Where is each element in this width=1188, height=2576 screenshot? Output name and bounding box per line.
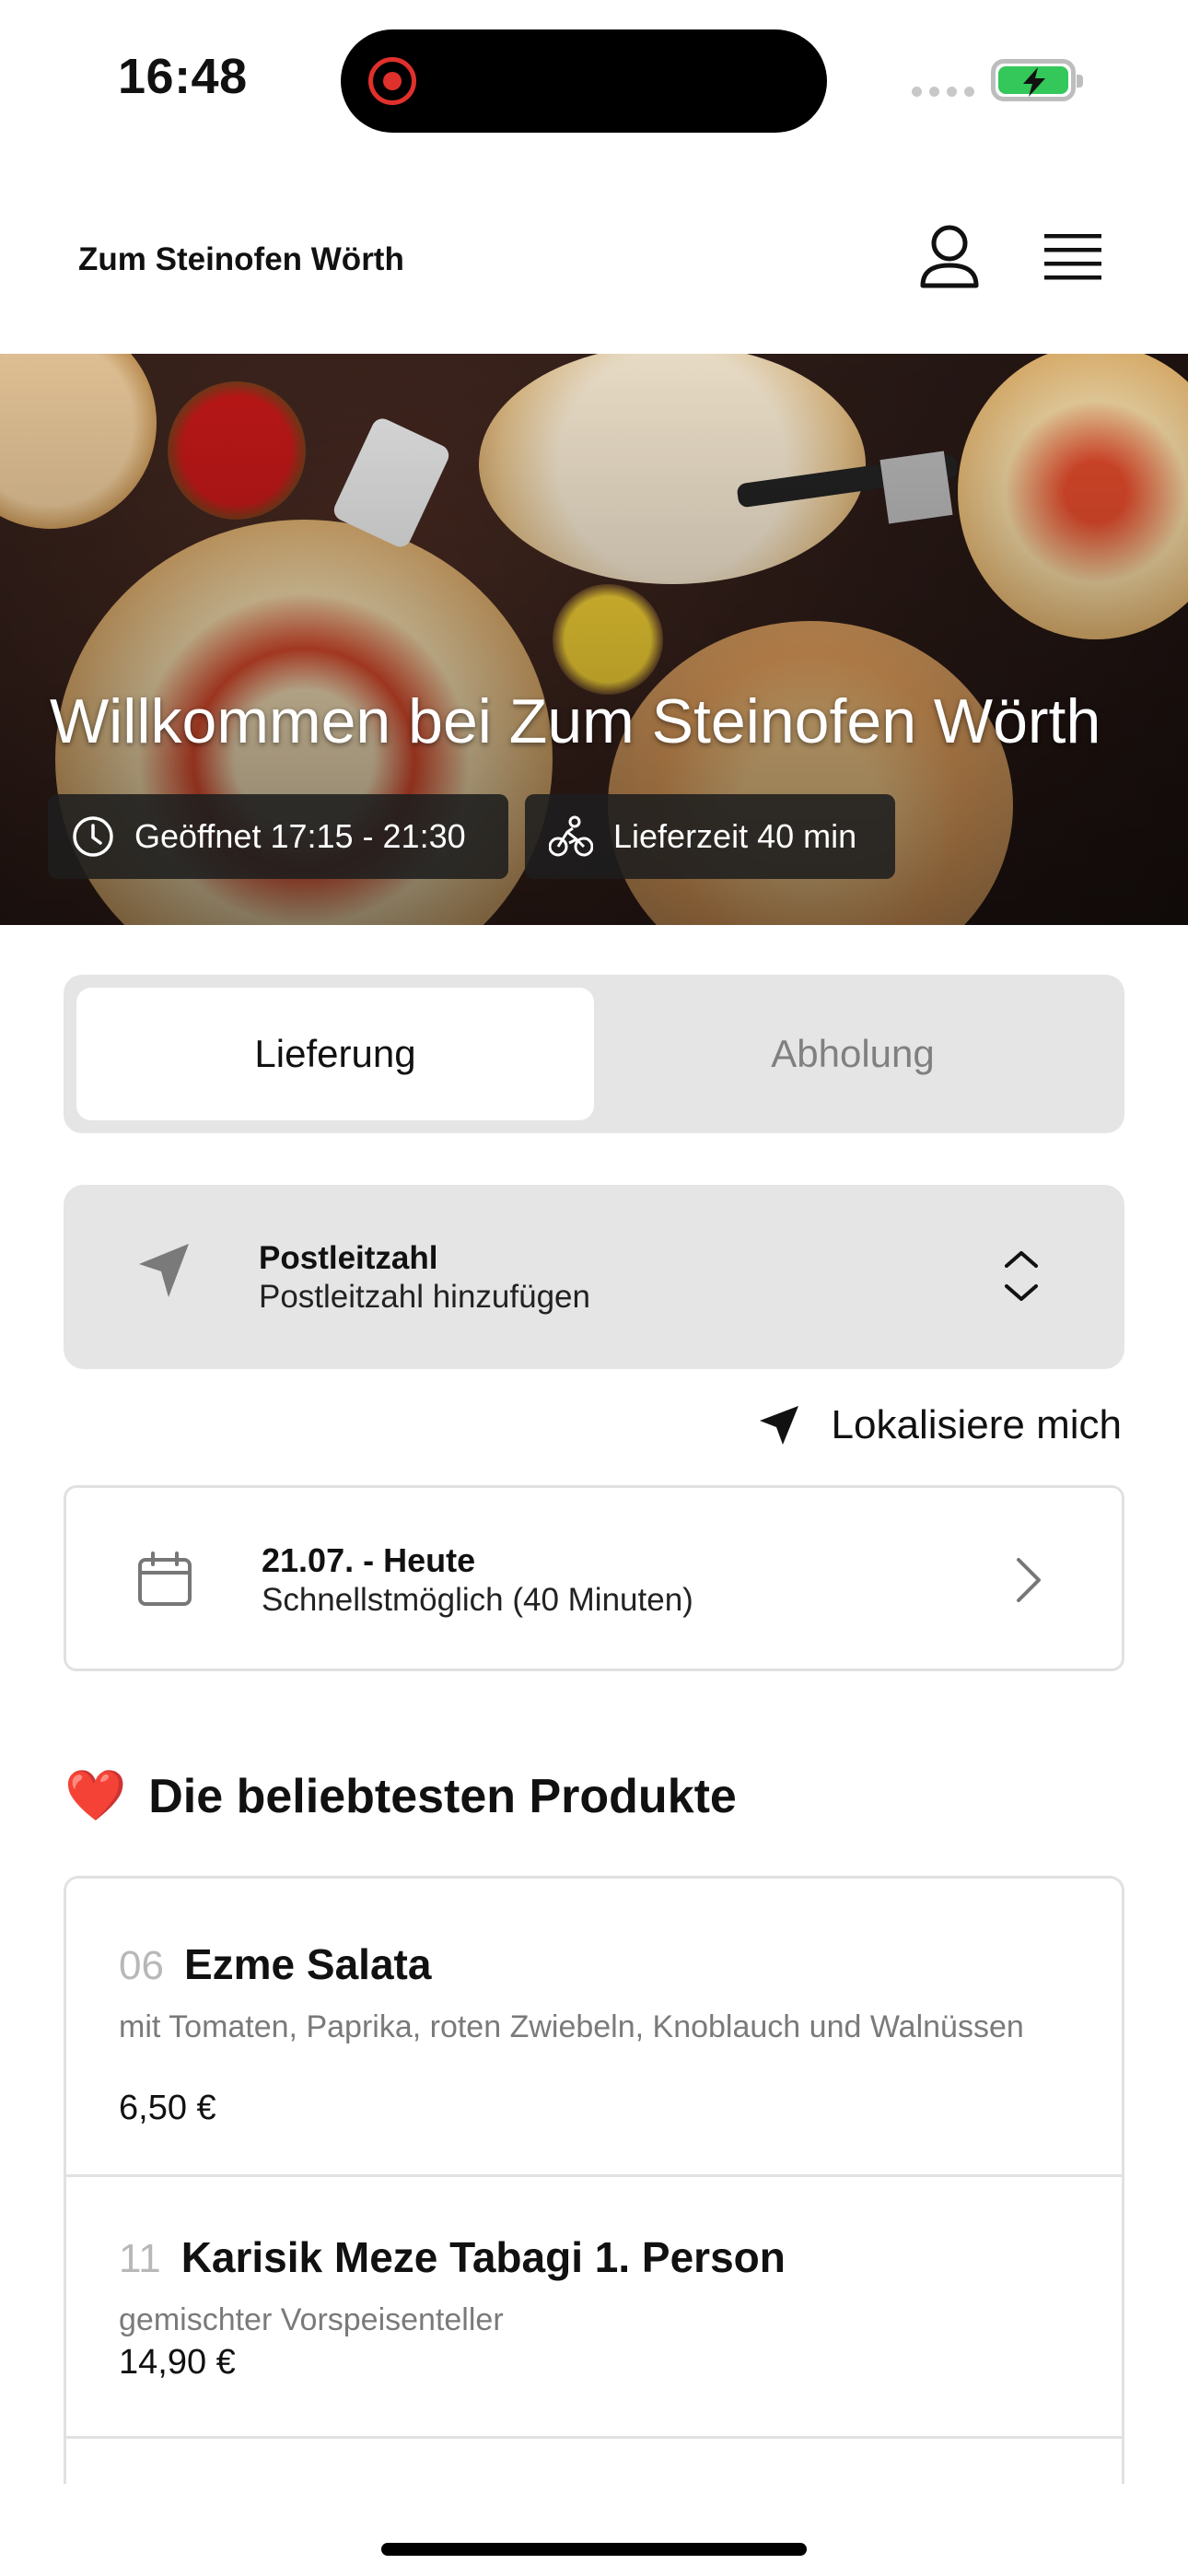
locate-me-label: Lokalisiere mich [831,1402,1122,1447]
schedule-date: 21.07. - Heute [262,1541,476,1579]
status-time: 16:48 [118,49,248,104]
product-name: Karisik Meze Tabagi 1. Person [181,2233,786,2281]
opening-hours-badge: Geöffnet 17:15 - 21:30 [48,794,508,879]
brand-title[interactable]: Zum Steinofen Wörth [78,241,404,278]
opening-hours-text: Geöffnet 17:15 - 21:30 [134,817,466,855]
product-heading: 11 Karisik Meze Tabagi 1. Person [119,2232,786,2282]
product-name: Ezme Salata [183,1940,432,1988]
product-list: 06 Ezme Salata mit Tomaten, Paprika, rot… [64,1876,1124,2484]
delivery-time-badge: Lieferzeit 40 min [525,794,895,879]
heart-icon: ❤️ [64,1768,127,1823]
tab-delivery[interactable]: Lieferung [76,988,594,1120]
popular-section-title: ❤️ Die beliebtesten Produkte [64,1767,737,1825]
clock-icon [73,816,113,857]
calendar-icon [136,1551,193,1612]
postcode-placeholder[interactable]: Postleitzahl hinzufügen [259,1279,590,1316]
battery-icon [991,59,1083,101]
product-item[interactable]: 06 Ezme Salata mit Tomaten, Paprika, rot… [66,1879,1122,2177]
product-description: gemischter Vorspeisenteller [119,2302,504,2337]
schedule-time: Schnellstmöglich (40 Minuten) [262,1582,693,1618]
product-price: 14,90 € [119,2343,236,2382]
hero-title: Willkommen bei Zum Steinofen Wörth [50,686,1101,756]
delivery-time-text: Lieferzeit 40 min [613,817,857,855]
home-indicator[interactable] [381,2543,807,2556]
signal-icon [912,87,974,97]
product-item[interactable]: 11 Karisik Meze Tabagi 1. Person gemisch… [66,2177,1122,2439]
app-header: Zum Steinofen Wörth [0,157,1188,354]
schedule-selector[interactable]: 21.07. - Heute Schnellstmöglich (40 Minu… [64,1485,1124,1671]
popular-title-text: Die beliebtesten Produkte [148,1769,737,1823]
product-heading: 06 Ezme Salata [119,1939,431,1989]
navigation-arrow-icon [137,1242,191,1304]
product-price: 6,50 € [119,2089,216,2127]
postcode-selector[interactable]: Postleitzahl Postleitzahl hinzufügen [64,1185,1124,1369]
location-arrow-icon [759,1406,798,1445]
product-number: 11 [119,2236,161,2281]
menu-icon[interactable] [1042,232,1103,282]
status-bar: 16:48 [0,0,1188,157]
chevron-up-down-icon [1003,1247,1040,1309]
bike-icon [549,815,593,857]
recording-icon [368,57,416,105]
postcode-label: Postleitzahl [259,1240,438,1276]
locate-me-button[interactable]: Lokalisiere mich [758,1402,1122,1448]
user-icon[interactable] [917,223,982,289]
product-description: mit Tomaten, Paprika, roten Zwiebeln, Kn… [119,2009,1024,2044]
product-number: 06 [119,1943,164,1988]
chevron-right-icon [1015,1556,1042,1609]
tab-pickup[interactable]: Abholung [594,988,1112,1120]
dynamic-island [341,29,827,133]
hero-banner: Willkommen bei Zum Steinofen Wörth Geöff… [0,354,1188,925]
order-mode-toggle: Lieferung Abholung [64,975,1124,1133]
